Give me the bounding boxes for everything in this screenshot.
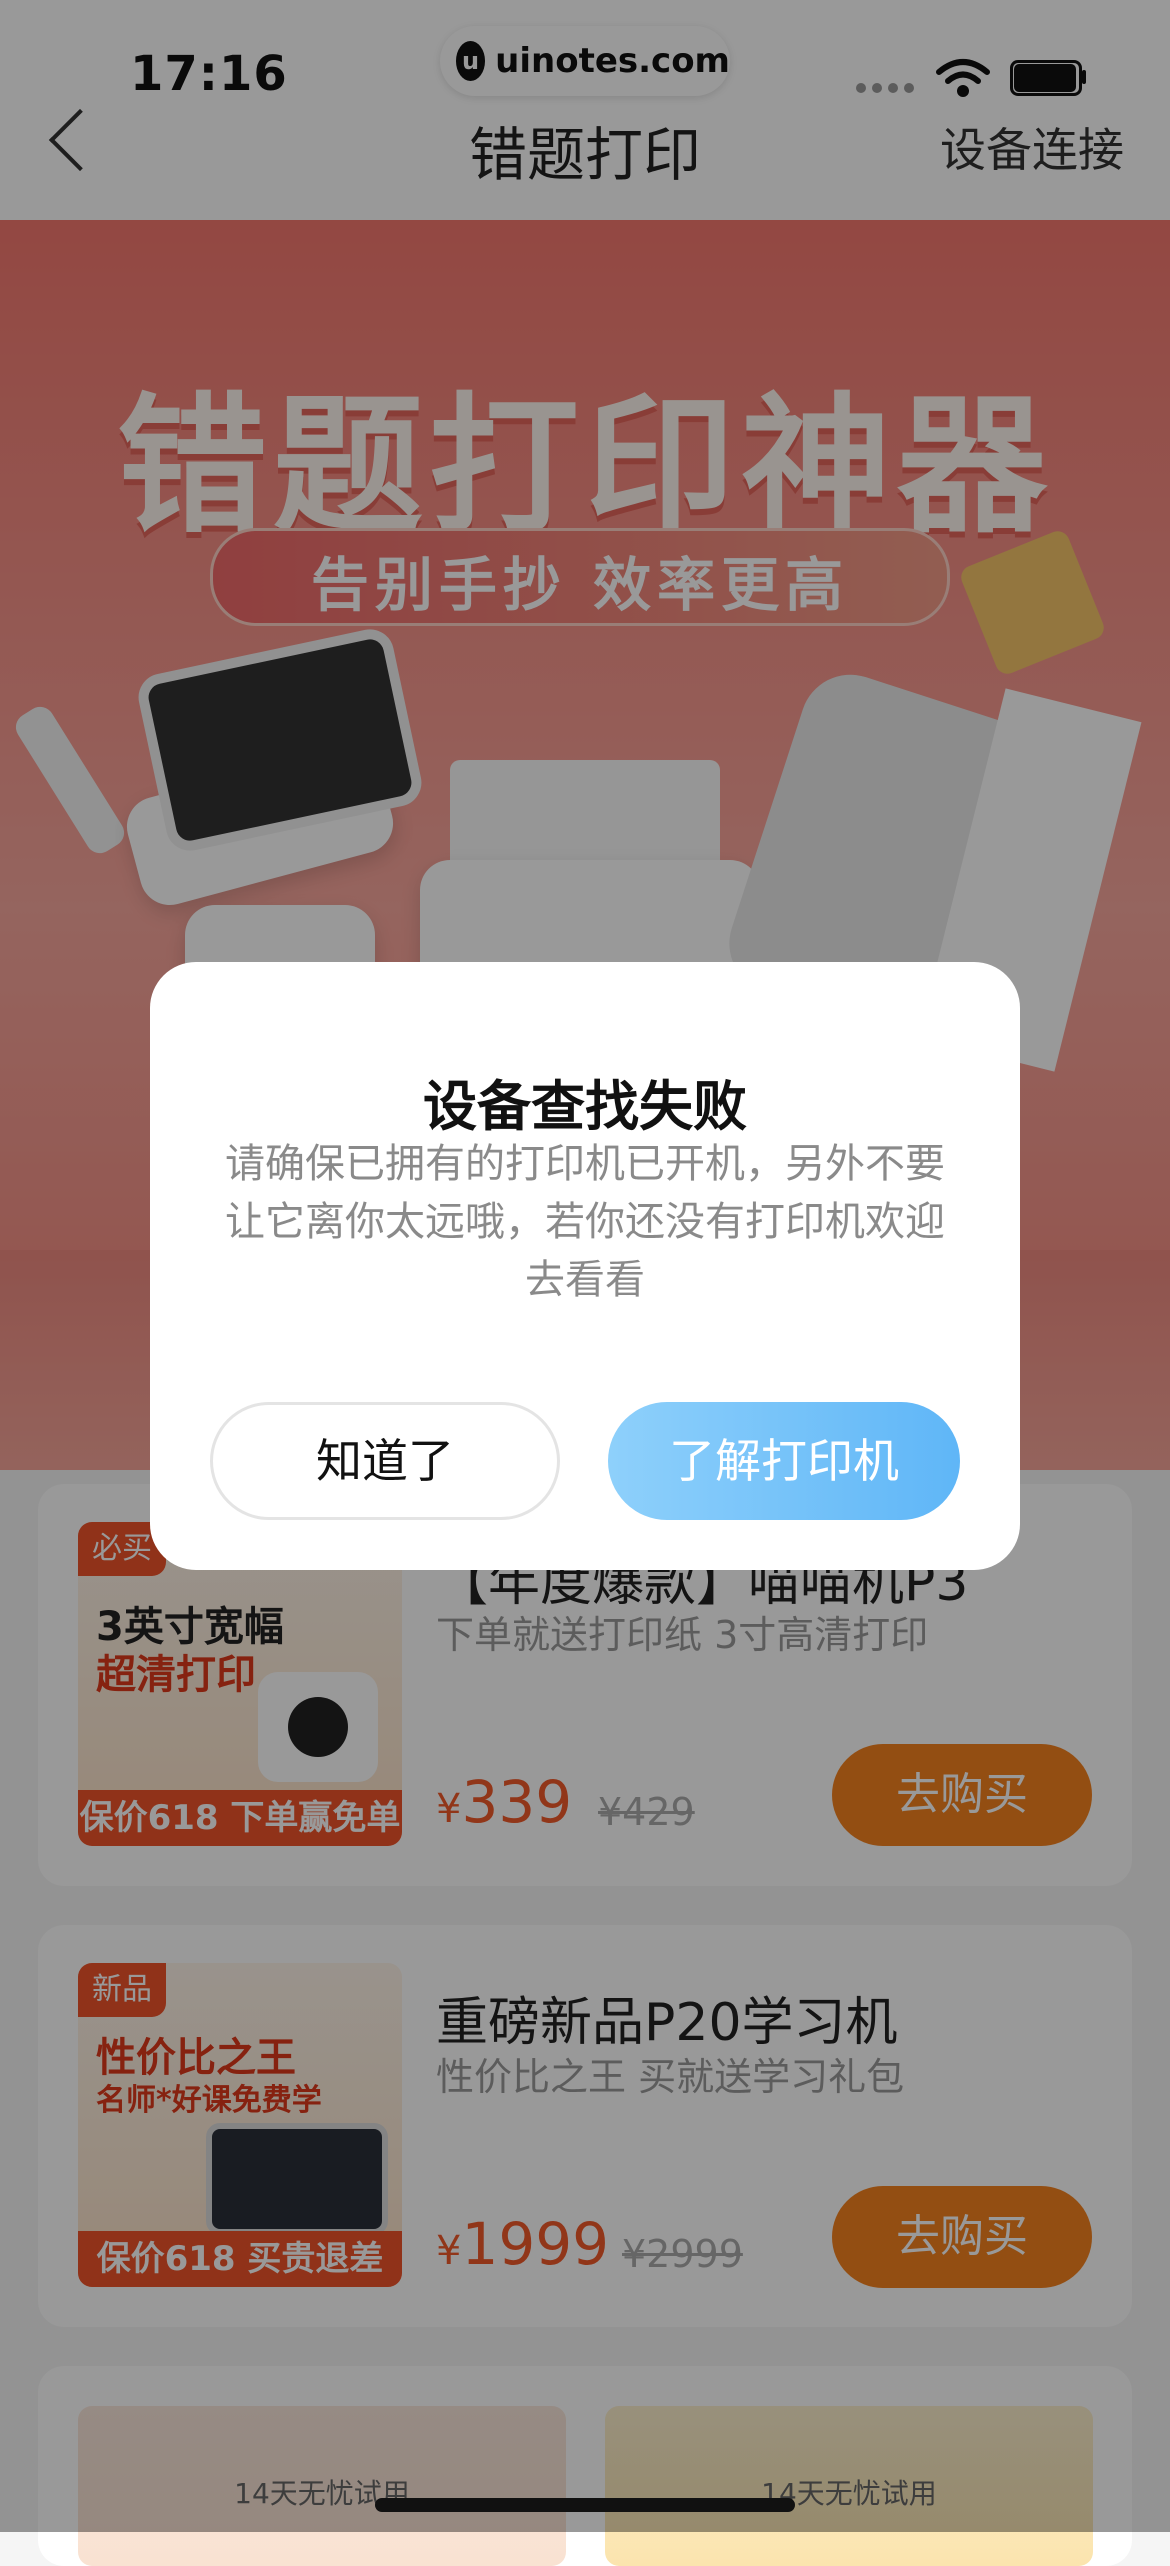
- dismiss-button[interactable]: 知道了: [210, 1402, 560, 1520]
- learn-printer-button[interactable]: 了解打印机: [608, 1402, 960, 1520]
- dialog-title: 设备查找失败: [423, 1075, 747, 1138]
- home-indicator[interactable]: [375, 2498, 795, 2512]
- dialog-message: 请确保已拥有的打印机已开机，另外不要让它离你太远哦，若你还没有打印机欢迎去看看: [225, 1141, 945, 1303]
